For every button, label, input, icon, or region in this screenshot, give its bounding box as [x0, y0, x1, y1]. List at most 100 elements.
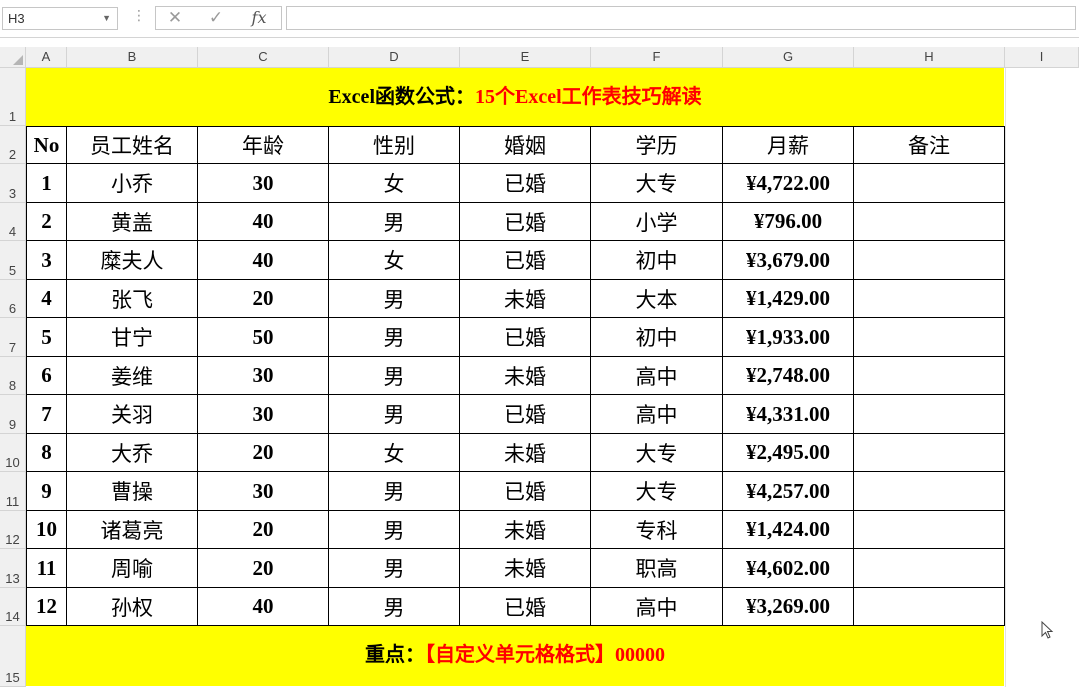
row-header-15[interactable]: 15: [0, 626, 26, 687]
row-header-10[interactable]: 10: [0, 434, 26, 472]
cell-notes[interactable]: [854, 588, 1005, 626]
cell-notes[interactable]: [854, 511, 1005, 549]
row-header-1[interactable]: 1: [0, 68, 26, 126]
row-header-11[interactable]: 11: [0, 472, 26, 511]
insert-function-icon[interactable]: fx: [246, 6, 272, 30]
cell-education[interactable]: 初中: [591, 241, 723, 280]
chevron-down-icon[interactable]: ▼: [102, 8, 111, 29]
cell-gender[interactable]: 男: [329, 549, 460, 588]
cell-name[interactable]: 曹操: [67, 472, 198, 511]
formula-input[interactable]: [286, 6, 1076, 30]
cell-education[interactable]: 专科: [591, 511, 723, 549]
cell-no[interactable]: 11: [26, 549, 67, 588]
cell-salary[interactable]: ¥4,257.00: [723, 472, 854, 511]
cell-no[interactable]: 9: [26, 472, 67, 511]
row-header-14[interactable]: 14: [0, 588, 26, 626]
column-header-e[interactable]: E: [460, 47, 591, 68]
cell-salary[interactable]: ¥3,679.00: [723, 241, 854, 280]
row-header-13[interactable]: 13: [0, 549, 26, 588]
cell-gender[interactable]: 男: [329, 511, 460, 549]
cell-education[interactable]: 高中: [591, 357, 723, 395]
header-cell-education[interactable]: 学历: [591, 126, 723, 164]
column-header-b[interactable]: B: [67, 47, 198, 68]
cell-gender[interactable]: 男: [329, 395, 460, 434]
name-box[interactable]: H3 ▼: [2, 7, 118, 30]
cell-notes[interactable]: [854, 241, 1005, 280]
header-cell-marital[interactable]: 婚姻: [460, 126, 591, 164]
column-header-h[interactable]: H: [854, 47, 1005, 68]
cell-age[interactable]: 50: [198, 318, 329, 357]
cell-marital[interactable]: 已婚: [460, 318, 591, 357]
cell-notes[interactable]: [854, 434, 1005, 472]
cell-marital[interactable]: 未婚: [460, 511, 591, 549]
cell-salary[interactable]: ¥2,495.00: [723, 434, 854, 472]
cell-education[interactable]: 大专: [591, 472, 723, 511]
cell-education[interactable]: 高中: [591, 395, 723, 434]
cell-age[interactable]: 30: [198, 357, 329, 395]
cell-name[interactable]: 糜夫人: [67, 241, 198, 280]
cell-age[interactable]: 40: [198, 588, 329, 626]
cell-age[interactable]: 40: [198, 203, 329, 241]
cell-salary[interactable]: ¥1,429.00: [723, 280, 854, 318]
column-header-f[interactable]: F: [591, 47, 723, 68]
cell-no[interactable]: 6: [26, 357, 67, 395]
cell-age[interactable]: 20: [198, 434, 329, 472]
cell-marital[interactable]: 已婚: [460, 472, 591, 511]
row-header-7[interactable]: 7: [0, 318, 26, 357]
row-header-2[interactable]: 2: [0, 126, 26, 164]
cell-gender[interactable]: 男: [329, 203, 460, 241]
cell-name[interactable]: 诸葛亮: [67, 511, 198, 549]
cell-name[interactable]: 关羽: [67, 395, 198, 434]
cell-gender[interactable]: 女: [329, 434, 460, 472]
cell-notes[interactable]: [854, 280, 1005, 318]
cell-age[interactable]: 20: [198, 511, 329, 549]
cell-no[interactable]: 1: [26, 164, 67, 203]
cell-marital[interactable]: 已婚: [460, 588, 591, 626]
cell-no[interactable]: 2: [26, 203, 67, 241]
column-header-a[interactable]: A: [26, 47, 67, 68]
cell-no[interactable]: 12: [26, 588, 67, 626]
cell-no[interactable]: 3: [26, 241, 67, 280]
cell-name[interactable]: 孙权: [67, 588, 198, 626]
cell-no[interactable]: 10: [26, 511, 67, 549]
cell-name[interactable]: 大乔: [67, 434, 198, 472]
cell-age[interactable]: 30: [198, 472, 329, 511]
header-cell-gender[interactable]: 性别: [329, 126, 460, 164]
cell-no[interactable]: 5: [26, 318, 67, 357]
cancel-icon[interactable]: ✕: [162, 6, 188, 30]
row-header-3[interactable]: 3: [0, 164, 26, 203]
cell-name[interactable]: 张飞: [67, 280, 198, 318]
header-cell-notes[interactable]: 备注: [854, 126, 1005, 164]
cell-salary[interactable]: ¥4,331.00: [723, 395, 854, 434]
cell-age[interactable]: 20: [198, 280, 329, 318]
cell-age[interactable]: 40: [198, 241, 329, 280]
cell-marital[interactable]: 已婚: [460, 164, 591, 203]
footer-banner[interactable]: 重点：【自定义单元格格式】00000: [26, 626, 1004, 686]
cell-education[interactable]: 大专: [591, 434, 723, 472]
cell-education[interactable]: 小学: [591, 203, 723, 241]
column-header-c[interactable]: C: [198, 47, 329, 68]
cell-marital[interactable]: 未婚: [460, 357, 591, 395]
cell-gender[interactable]: 女: [329, 241, 460, 280]
cell-name[interactable]: 黄盖: [67, 203, 198, 241]
cell-name[interactable]: 姜维: [67, 357, 198, 395]
row-header-8[interactable]: 8: [0, 357, 26, 395]
cell-no[interactable]: 8: [26, 434, 67, 472]
cell-notes[interactable]: [854, 395, 1005, 434]
cell-gender[interactable]: 男: [329, 588, 460, 626]
cell-notes[interactable]: [854, 164, 1005, 203]
row-header-4[interactable]: 4: [0, 203, 26, 241]
header-cell-no[interactable]: No: [26, 126, 67, 164]
title-banner[interactable]: Excel函数公式：15个Excel工作表技巧解读: [26, 68, 1004, 126]
cell-education[interactable]: 高中: [591, 588, 723, 626]
cell-salary[interactable]: ¥3,269.00: [723, 588, 854, 626]
cell-marital[interactable]: 未婚: [460, 434, 591, 472]
select-all-corner[interactable]: [0, 47, 26, 68]
cell-notes[interactable]: [854, 318, 1005, 357]
cell-name[interactable]: 甘宁: [67, 318, 198, 357]
column-header-i[interactable]: I: [1005, 47, 1079, 68]
row-header-6[interactable]: 6: [0, 280, 26, 318]
column-header-g[interactable]: G: [723, 47, 854, 68]
cell-name[interactable]: 小乔: [67, 164, 198, 203]
column-header-d[interactable]: D: [329, 47, 460, 68]
